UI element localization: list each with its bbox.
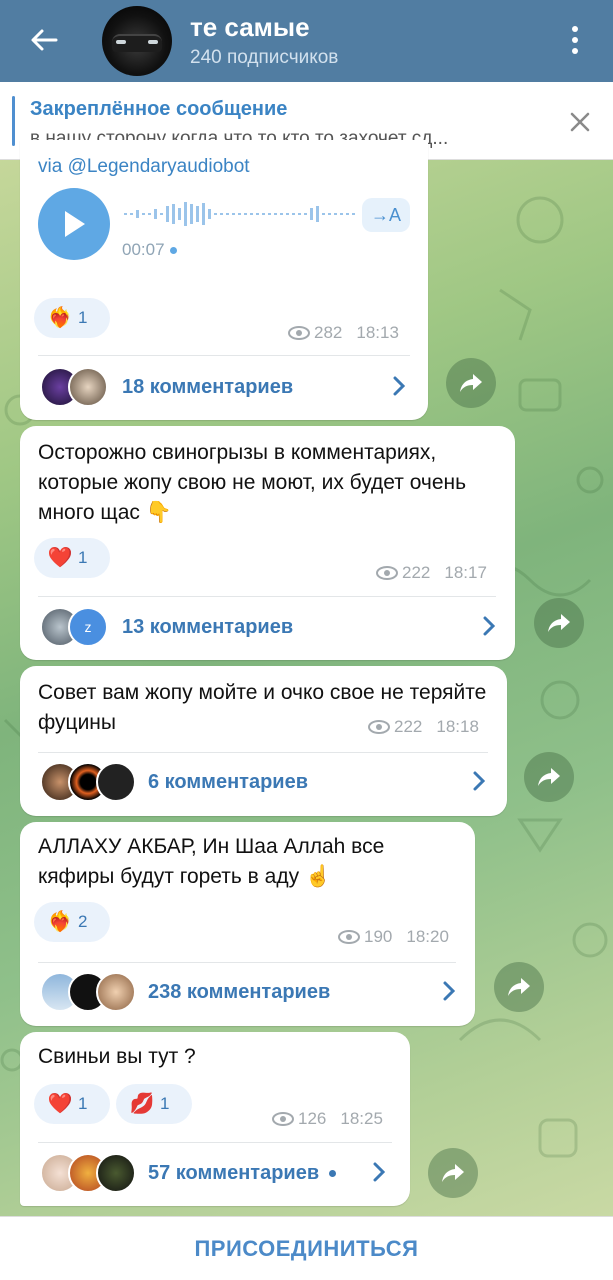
- share-icon: [460, 374, 482, 392]
- join-label: ПРИСОЕДИНИТЬСЯ: [194, 1235, 419, 1261]
- share-icon: [508, 978, 530, 996]
- comments-count: 13 комментариев: [122, 615, 294, 638]
- voice-waveform[interactable]: [124, 200, 356, 228]
- comments-divider: [38, 752, 488, 753]
- view-count: 190: [364, 927, 393, 946]
- new-comments-dot: [329, 1169, 337, 1177]
- message-meta: 282 18:13: [288, 323, 399, 343]
- comments-count: 238 комментариев: [148, 980, 331, 1003]
- share-button[interactable]: [494, 962, 544, 1012]
- message-time: 18:13: [356, 323, 399, 342]
- reaction-heart[interactable]: ❤️ 1: [34, 1084, 110, 1124]
- reaction-fire-heart[interactable]: ❤️‍🔥 2: [34, 902, 110, 942]
- message-time: 18:18: [436, 717, 479, 736]
- pinned-title: Закреплённое сообщение: [30, 98, 288, 120]
- fire-heart-icon: ❤️‍🔥: [47, 307, 73, 329]
- eye-icon: [288, 326, 310, 340]
- comments-divider: [38, 1142, 392, 1143]
- message-time: 18:20: [406, 927, 449, 946]
- message-meta: 222 18:18: [368, 717, 479, 737]
- message-time: 18:25: [340, 1109, 383, 1128]
- message-meta: 222 18:17: [376, 563, 487, 583]
- heart-icon: ❤️: [47, 547, 73, 569]
- commenter-avatars: [40, 1153, 136, 1193]
- comments-link[interactable]: 6 комментариев: [40, 755, 486, 809]
- transcribe-button[interactable]: →A: [362, 198, 410, 232]
- close-icon: [570, 112, 590, 132]
- commenter-avatars: [40, 972, 136, 1012]
- eye-icon: [338, 930, 360, 944]
- arrow-left-icon: [31, 29, 58, 51]
- avatar: z: [68, 607, 108, 647]
- message-time: 18:17: [444, 563, 487, 582]
- reaction-fire-heart[interactable]: ❤️‍🔥 1: [34, 298, 110, 338]
- chevron-right-icon: [443, 981, 456, 1001]
- comments-count: 57 комментариев: [148, 1161, 320, 1184]
- avatar: [96, 1153, 136, 1193]
- view-count: 222: [394, 717, 423, 736]
- avatar: [68, 367, 108, 407]
- commenter-avatars: [40, 367, 110, 407]
- play-icon: [65, 211, 85, 237]
- comments-divider: [38, 596, 496, 597]
- join-channel-button[interactable]: ПРИСОЕДИНИТЬСЯ: [0, 1216, 613, 1280]
- heart-icon: ❤️: [47, 1093, 73, 1115]
- reaction-count: 1: [78, 1094, 88, 1113]
- message-meta: 190 18:20: [338, 927, 449, 947]
- chevron-right-icon: [393, 376, 406, 396]
- unplayed-dot: [169, 247, 177, 255]
- comments-link[interactable]: 238 комментариев: [40, 965, 456, 1019]
- chevron-right-icon: [373, 1162, 386, 1182]
- more-options-button[interactable]: [560, 20, 590, 60]
- comments-count: 18 комментариев: [122, 375, 294, 398]
- avatar: [96, 972, 136, 1012]
- share-button[interactable]: [428, 1148, 478, 1198]
- subscriber-count: 240 подписчиков: [190, 47, 339, 68]
- view-count: 126: [298, 1109, 327, 1128]
- reaction-count: 1: [78, 308, 88, 327]
- reaction-kiss[interactable]: 💋 1: [116, 1084, 192, 1124]
- eye-icon: [272, 1112, 294, 1126]
- eye-icon: [376, 566, 398, 580]
- kiss-icon: 💋: [129, 1093, 155, 1115]
- chevron-right-icon: [473, 771, 486, 791]
- pinned-indicator: [12, 96, 15, 146]
- close-pinned-button[interactable]: [568, 110, 592, 134]
- share-icon: [442, 1164, 464, 1182]
- share-icon: [538, 768, 560, 786]
- play-button[interactable]: [38, 188, 110, 260]
- view-count: 222: [402, 563, 431, 582]
- channel-title[interactable]: те самые: [190, 12, 310, 43]
- commenter-avatars: z: [40, 607, 110, 647]
- commenter-avatars: [40, 762, 136, 802]
- comments-link[interactable]: 18 комментариев: [40, 360, 406, 414]
- voice-duration: 00:07: [122, 240, 177, 260]
- fire-heart-icon: ❤️‍🔥: [47, 911, 73, 933]
- comments-divider: [38, 962, 456, 963]
- chevron-right-icon: [483, 616, 496, 636]
- comments-count: 6 комментариев: [148, 770, 309, 793]
- reaction-heart[interactable]: ❤️ 1: [34, 538, 110, 578]
- share-icon: [548, 614, 570, 632]
- reaction-count: 1: [160, 1094, 170, 1113]
- message-text: АЛЛАХУ АКБАР, Ин Шаа Аллаһ все кяфиры бу…: [38, 835, 385, 888]
- view-count: 282: [314, 323, 343, 342]
- reaction-count: 1: [78, 548, 88, 567]
- comments-link[interactable]: 57 комментариев: [40, 1146, 386, 1200]
- chat-header: те самые 240 подписчиков: [0, 0, 613, 82]
- message-text: Свиньи вы тут ?: [38, 1045, 196, 1068]
- share-button[interactable]: [446, 358, 496, 408]
- avatar: [96, 762, 136, 802]
- share-button[interactable]: [524, 752, 574, 802]
- channel-avatar[interactable]: [102, 6, 172, 76]
- message-meta: 126 18:25: [272, 1109, 383, 1129]
- message-text: Осторожно свиногрызы в комментариях, кот…: [38, 441, 467, 524]
- eye-icon: [368, 720, 390, 734]
- comments-link[interactable]: z 13 комментариев: [40, 600, 496, 654]
- via-bot-label[interactable]: via @Legendaryaudiobot: [38, 156, 250, 178]
- back-button[interactable]: [22, 18, 66, 62]
- share-button[interactable]: [534, 598, 584, 648]
- reaction-count: 2: [78, 912, 88, 931]
- comments-divider: [38, 355, 410, 356]
